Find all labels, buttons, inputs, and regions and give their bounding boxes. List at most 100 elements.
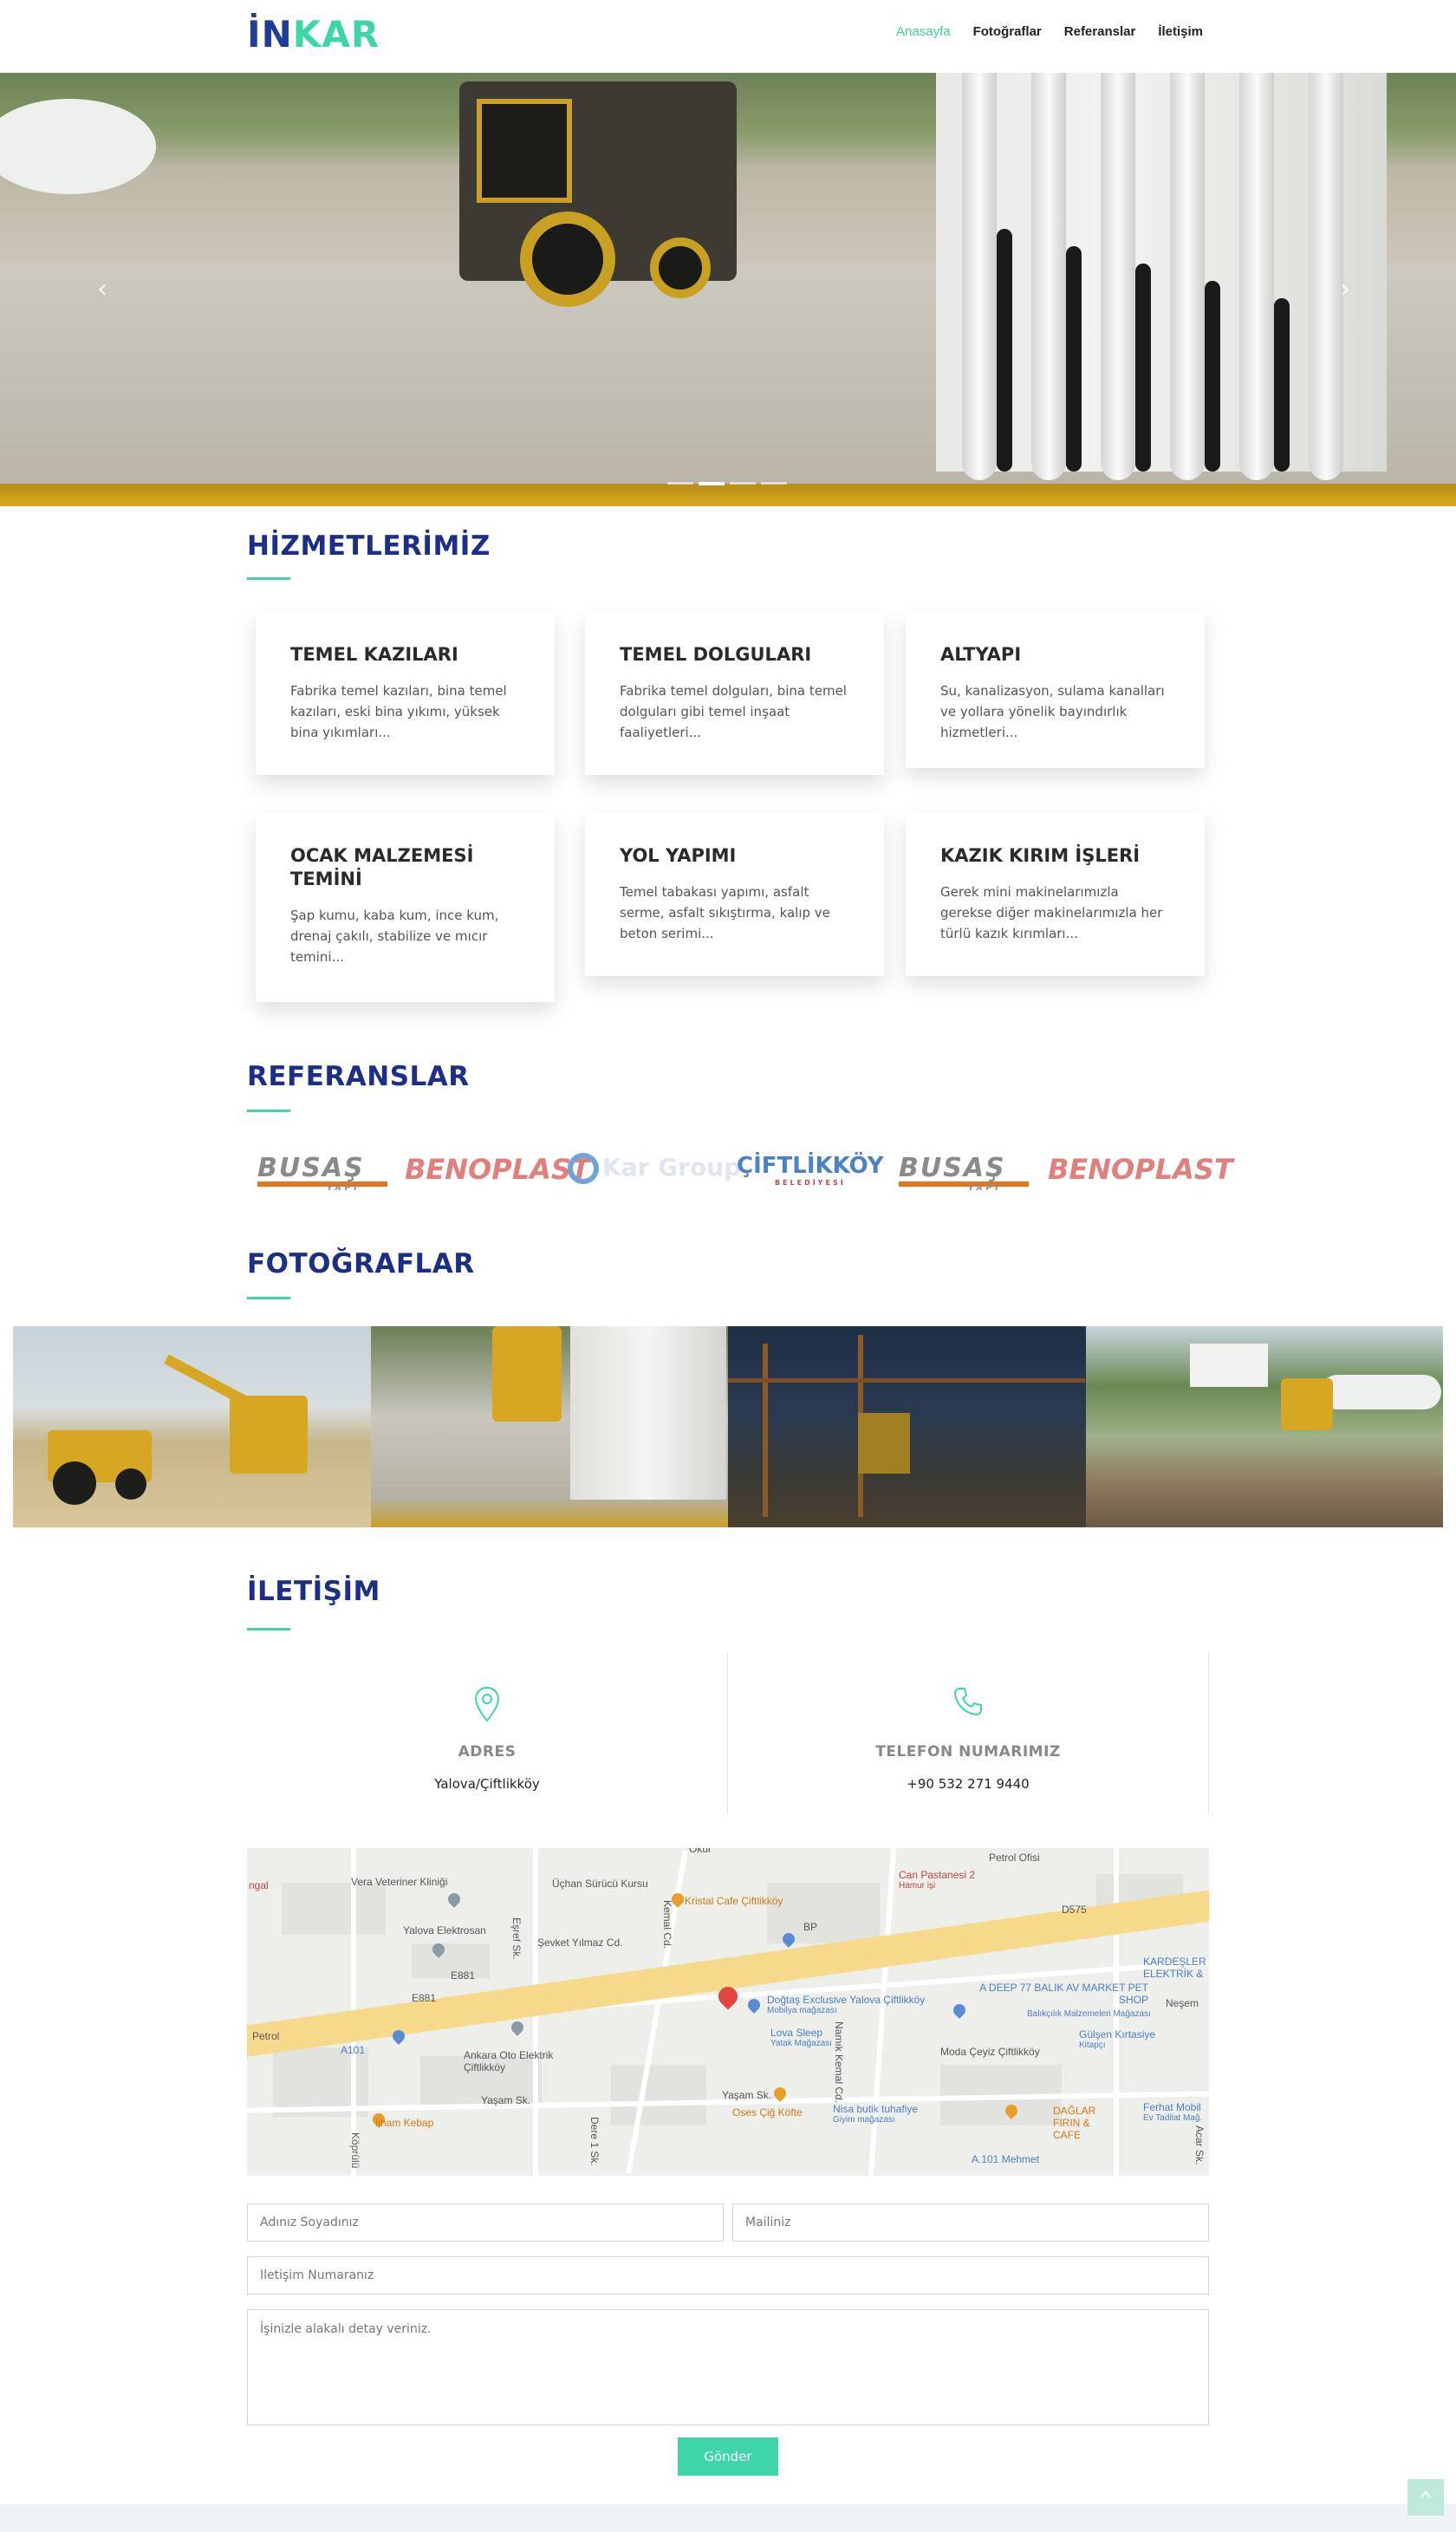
service-card-text: Su, kanalizasyon, sulama kanalları ve yo… [940, 683, 1165, 740]
vet-pin-icon [445, 1891, 463, 1908]
logo-part-2: KAR [292, 13, 380, 55]
service-card-text: Temel tabakası yapımı, asfalt serme, asf… [620, 884, 830, 941]
photo-backhoe-body [491, 1326, 562, 1422]
services-title-underline [247, 577, 290, 580]
reference-logo-kar-group[interactable]: Kar Group [568, 1153, 741, 1184]
service-card-text: Gerek mini makinelarımızla gerekse diğer… [940, 884, 1163, 941]
submit-button[interactable]: Gönder [678, 2438, 778, 2476]
service-card-title: YOL YAPIMI [620, 845, 737, 866]
photo-gallery [13, 1326, 1443, 1527]
name-input[interactable] [247, 2203, 724, 2242]
hero-rig-pipe [1309, 73, 1343, 480]
site-header: İNKAR Anasayfa Fotoğraflar Referanslar İ… [0, 0, 1456, 73]
slider-dot-active[interactable] [699, 482, 725, 485]
hero-rig-hose [1135, 264, 1151, 472]
hero-drill-rig [936, 73, 1387, 480]
hero-backhoe-wheel-small [650, 238, 711, 298]
phone-input[interactable] [247, 2256, 1209, 2294]
slider-dot[interactable] [761, 482, 787, 485]
service-card-title: OCAK MALZEMESİ TEMİNİ [290, 845, 474, 889]
nav-link-referanslar[interactable]: Referanslar [1064, 24, 1136, 39]
address-value: Yalova/Çiftlikköy [434, 1776, 540, 1792]
hero-backhoe [459, 81, 737, 307]
site-logo[interactable]: İNKAR [247, 12, 380, 57]
hero-rig-pipe [962, 73, 997, 480]
references-title: REFERANSLAR [247, 1061, 470, 1092]
nav-link-anasayfa[interactable]: Anasayfa [896, 24, 951, 39]
hero-rig-hose [997, 229, 1012, 472]
shop-pin-icon [951, 2002, 968, 2019]
photo-excavator-body [230, 1396, 308, 1474]
phone-icon [952, 1686, 984, 1721]
store-pin-icon [509, 2019, 526, 2036]
gallery-photo[interactable] [1085, 1326, 1443, 1527]
hero-rig-hose [1066, 246, 1082, 472]
service-card-title: TEMEL DOLGULARI [620, 644, 812, 665]
contact-title: İLETİŞİM [247, 1576, 380, 1607]
reference-logos-carousel: BUSAŞ YAPI BENOPLAST Kar Group ÇİFTLİKKÖY… [256, 1144, 1233, 1193]
chevron-left-icon[interactable]: ‹ [97, 277, 123, 303]
hero-slider: ‹ › [0, 73, 1456, 506]
references-title-underline [247, 1110, 290, 1112]
service-card-title: ALTYAPI [940, 644, 1022, 665]
phone-label: TELEFON NUMARIMIZ [875, 1743, 1061, 1761]
photo-excavator-arm [164, 1354, 261, 1413]
hero-rig-pipe [1031, 73, 1066, 480]
reference-logo-ciftlikkoy[interactable]: ÇİFTLİKKÖY BELEDİYESİ [737, 1153, 884, 1187]
hero-backhoe-wheel [520, 212, 615, 307]
chevron-right-icon[interactable]: › [1340, 277, 1366, 303]
photo-drill-rig [569, 1326, 726, 1500]
main-nav: Anasayfa Fotoğraflar Referanslar İletişi… [896, 24, 1203, 39]
service-card[interactable]: KAZIK KIRIM İŞLERİ Gerek mini makineları… [906, 813, 1205, 976]
service-card[interactable]: OCAK MALZEMESİ TEMİNİ Şap kumu, kaba kum… [256, 813, 555, 1002]
nav-link-fotograflar[interactable]: Fotoğraflar [973, 24, 1042, 39]
service-card-text: Fabrika temel dolguları, bina temel dolg… [620, 683, 847, 740]
gallery-photo[interactable] [370, 1326, 728, 1527]
phone-box: TELEFON NUMARIMIZ +90 532 271 9440 [728, 1653, 1209, 1813]
service-card[interactable]: ALTYAPI Su, kanalizasyon, sulama kanalla… [906, 612, 1205, 768]
mail-input[interactable] [732, 2203, 1209, 2242]
service-card-title: KAZIK KIRIM İŞLERİ [940, 845, 1141, 866]
photos-title-underline [247, 1297, 290, 1299]
hero-rig-pipe [1170, 73, 1205, 480]
gallery-photo[interactable] [13, 1326, 371, 1527]
slider-dots [667, 482, 787, 485]
reference-logo-benoplast[interactable]: BENOPLAST [405, 1153, 590, 1186]
service-card[interactable]: YOL YAPIMI Temel tabakası yapımı, asfalt… [585, 813, 884, 976]
address-box: ADRES Yalova/Çiftlikköy [247, 1653, 728, 1813]
chevron-up-icon[interactable] [1407, 2479, 1444, 2516]
hero-rig-hose [1274, 298, 1290, 472]
reference-logo-busas[interactable]: BUSAŞ YAPI [899, 1153, 1029, 1193]
nav-link-iletisim[interactable]: İletişim [1158, 24, 1203, 39]
slider-dot[interactable] [730, 482, 756, 485]
contact-title-underline [247, 1628, 290, 1631]
hero-rig-hose [1205, 281, 1220, 472]
photo-house [1189, 1344, 1268, 1387]
photo-machine [858, 1413, 910, 1474]
service-card[interactable]: TEMEL DOLGULARI Fabrika temel dolguları,… [585, 612, 884, 775]
shop-pin-icon [745, 1996, 763, 2014]
phone-value[interactable]: +90 532 271 9440 [728, 1776, 1208, 1792]
hero-rig-pipe [1239, 73, 1274, 480]
photo-scaffold-beam [728, 1378, 1085, 1383]
google-map[interactable]: ngal Vera Veteriner Kliniği Yalova Elekt… [247, 1848, 1209, 2176]
logo-part-1: İN [247, 13, 293, 55]
footer [0, 2504, 1456, 2532]
slider-dot[interactable] [667, 482, 693, 485]
reference-logo-busas[interactable]: BUSAŞ YAPI [257, 1153, 387, 1193]
hero-rig-pipe [1101, 73, 1135, 480]
hero-yellow-beam [0, 484, 1456, 506]
detail-textarea[interactable] [247, 2309, 1209, 2425]
address-label: ADRES [458, 1743, 517, 1761]
gallery-photo[interactable] [728, 1326, 1086, 1527]
service-card-title: TEMEL KAZILARI [290, 644, 458, 665]
service-card-text: Fabrika temel kazıları, bina temel kazıl… [290, 683, 507, 740]
photo-backhoe-body [1280, 1378, 1333, 1430]
services-title: HİZMETLERİMİZ [247, 530, 491, 562]
photo-backhoe-body [48, 1430, 152, 1505]
reference-logo-benoplast[interactable]: BENOPLAST [1048, 1153, 1233, 1186]
photo-tank [1319, 1375, 1441, 1409]
service-card[interactable]: TEMEL KAZILARI Fabrika temel kazıları, b… [256, 612, 555, 775]
map-pin-icon [474, 1686, 500, 1726]
hero-tent [0, 99, 156, 194]
